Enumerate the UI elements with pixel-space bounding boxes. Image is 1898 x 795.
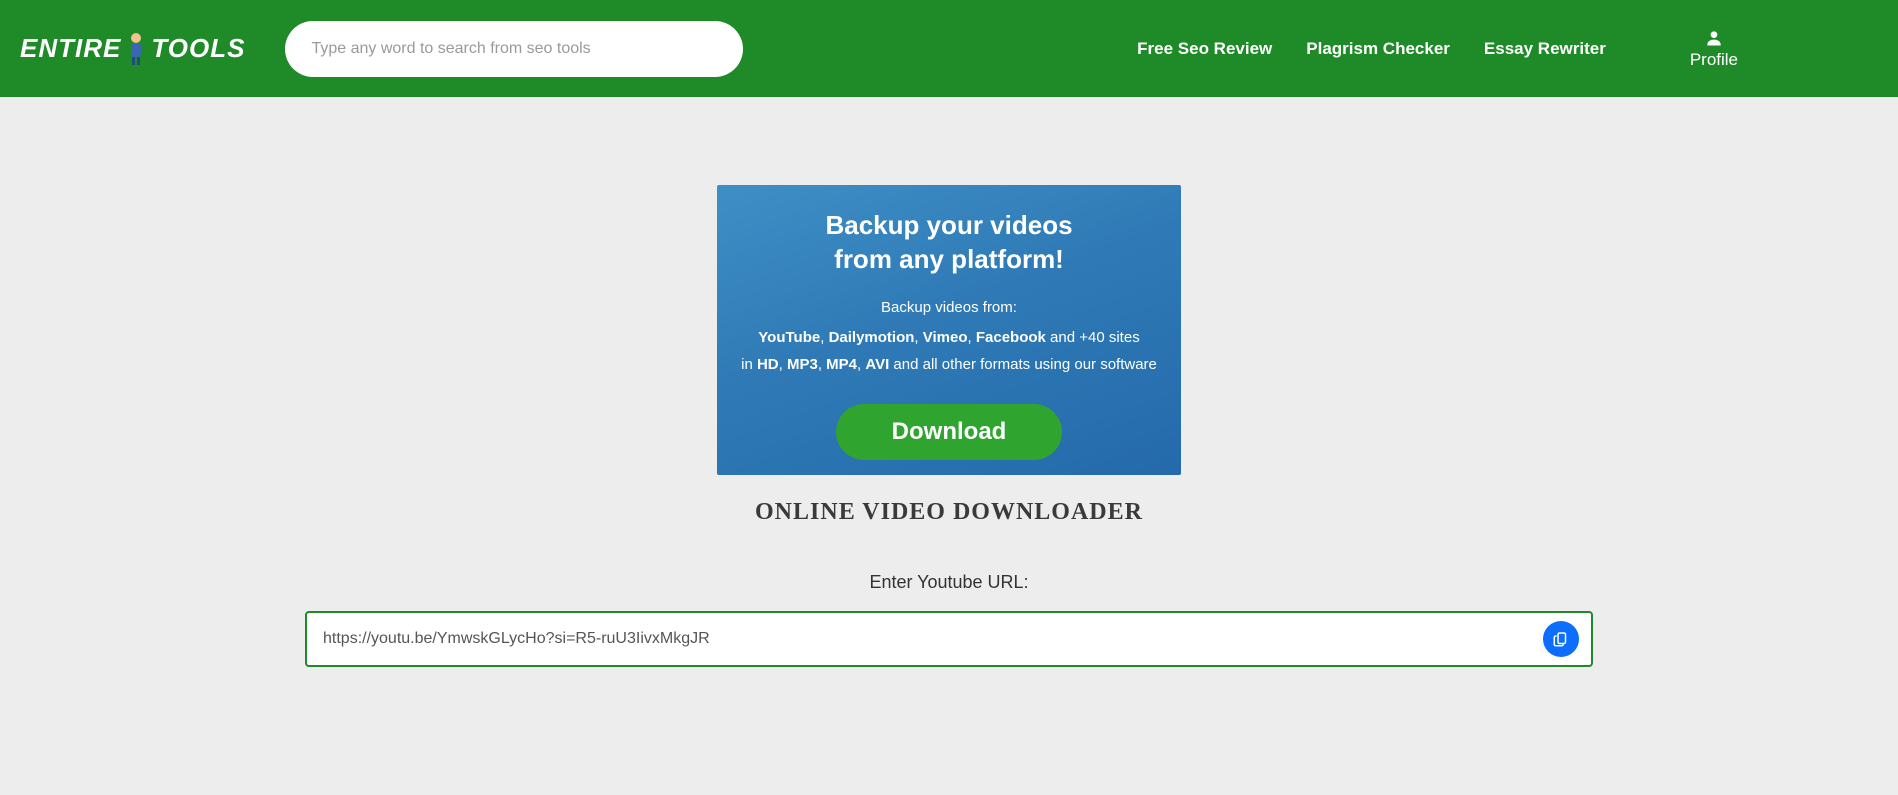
page-title: ONLINE VIDEO DOWNLOADER [0,499,1898,526]
main-content: Backup your videos from any platform! Ba… [0,97,1898,667]
url-input-row [305,611,1593,667]
download-button[interactable]: Download [836,404,1063,460]
logo[interactable]: ENTIRE TOOLS [20,32,245,66]
banner-title-line1: Backup your videos [825,210,1072,240]
banner-title-line2: from any platform! [834,244,1064,274]
paste-button[interactable] [1543,621,1579,657]
profile-menu[interactable]: Profile [1690,28,1738,70]
banner-description: YouTube, Dailymotion, Vimeo, Facebook an… [717,324,1181,378]
top-nav: Free Seo Review Plagrism Checker Essay R… [1137,28,1878,70]
banner-title: Backup your videos from any platform! [717,209,1181,277]
logo-text-left: ENTIRE [20,33,121,64]
logo-text-right: TOOLS [151,33,245,64]
promo-banner: Backup your videos from any platform! Ba… [717,185,1181,475]
search-wrap [285,21,743,77]
banner-subtitle: Backup videos from: [717,299,1181,316]
search-input[interactable] [285,21,743,77]
site-header: ENTIRE TOOLS Free Seo Review Plagrism Ch… [0,0,1898,97]
user-icon [1704,28,1724,50]
nav-plagiarism-checker[interactable]: Plagrism Checker [1306,39,1450,59]
logo-mascot-icon [125,32,147,66]
nav-free-seo-review[interactable]: Free Seo Review [1137,39,1272,59]
url-label: Enter Youtube URL: [0,572,1898,593]
nav-essay-rewriter[interactable]: Essay Rewriter [1484,39,1606,59]
profile-label: Profile [1690,50,1738,70]
clipboard-icon [1552,630,1570,648]
youtube-url-input[interactable] [305,611,1593,667]
